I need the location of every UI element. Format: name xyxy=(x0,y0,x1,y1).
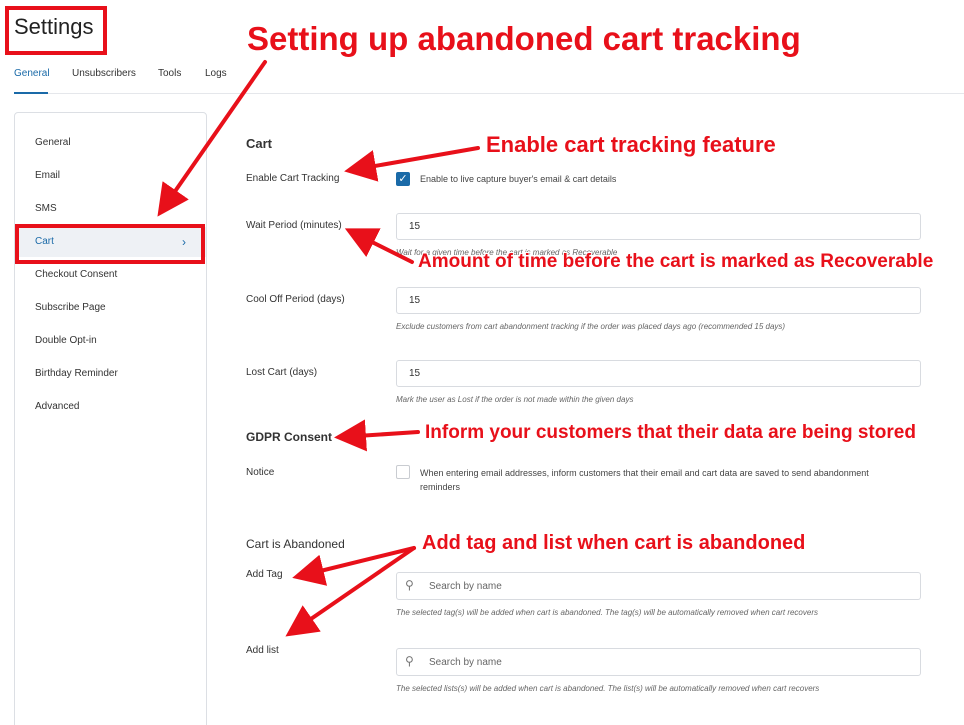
add-tag-placeholder: Search by name xyxy=(429,581,502,592)
add-tag-search-input[interactable]: ⚲ Search by name xyxy=(396,572,921,600)
sidebar-item-subscribe-page[interactable]: Subscribe Page xyxy=(15,293,206,323)
add-tag-help: The selected tag(s) will be added when c… xyxy=(396,608,818,617)
annotation-heading: Setting up abandoned cart tracking xyxy=(247,20,801,57)
search-icon: ⚲ xyxy=(405,654,414,668)
cool-off-period-input[interactable]: 15 xyxy=(396,287,921,314)
cart-highlight-box xyxy=(15,224,205,264)
cart-section-title: Cart xyxy=(246,136,273,151)
notice-label: Notice xyxy=(246,467,275,478)
notice-text-line2: reminders xyxy=(420,482,461,492)
sidebar-item-general[interactable]: General xyxy=(15,128,206,158)
top-tabs: General Unsubscribers Tools Logs xyxy=(14,68,964,94)
arrow-icon xyxy=(334,419,420,452)
gdpr-section-title: GDPR Consent xyxy=(246,430,333,444)
add-list-label: Add list xyxy=(246,645,279,656)
add-list-search-input[interactable]: ⚲ Search by name xyxy=(396,648,921,676)
enable-cart-tracking-text: Enable to live capture buyer's email & c… xyxy=(420,174,617,184)
wait-period-input[interactable]: 15 xyxy=(396,213,921,240)
enable-cart-tracking-checkbox[interactable]: ✓ xyxy=(396,172,410,186)
cart-abandoned-section-title: Cart is Abandoned xyxy=(246,537,345,551)
wait-period-label: Wait Period (minutes) xyxy=(246,220,342,231)
check-icon: ✓ xyxy=(398,173,408,185)
annotation-wait: Amount of time before the cart is marked… xyxy=(418,251,934,272)
active-tab-indicator xyxy=(14,92,48,94)
tab-unsubscribers[interactable]: Unsubscribers xyxy=(72,68,136,79)
lost-cart-input[interactable]: 15 xyxy=(396,360,921,387)
lost-cart-help: Mark the user as Lost if the order is no… xyxy=(396,395,634,404)
add-tag-label: Add Tag xyxy=(246,569,283,580)
cool-off-period-label: Cool Off Period (days) xyxy=(246,294,345,305)
sidebar-item-sms[interactable]: SMS xyxy=(15,194,206,224)
search-icon: ⚲ xyxy=(405,578,414,592)
notice-text-line1: When entering email addresses, inform cu… xyxy=(420,468,869,478)
sidebar-item-email[interactable]: Email xyxy=(15,161,206,191)
tab-tools[interactable]: Tools xyxy=(158,68,181,79)
arrow-icon xyxy=(344,146,480,182)
add-list-placeholder: Search by name xyxy=(429,657,502,668)
notice-checkbox[interactable] xyxy=(396,465,410,479)
annotation-gdpr: Inform your customers that their data ar… xyxy=(425,422,916,443)
tab-general[interactable]: General xyxy=(14,68,50,79)
cool-off-period-help: Exclude customers from cart abandonment … xyxy=(396,322,786,331)
sidebar-item-advanced[interactable]: Advanced xyxy=(15,392,206,422)
sidebar-item-checkout-consent[interactable]: Checkout Consent xyxy=(15,260,206,290)
annotation-tag-list: Add tag and list when cart is abandoned xyxy=(422,532,806,554)
lost-cart-label: Lost Cart (days) xyxy=(246,367,318,378)
title-highlight-box xyxy=(5,6,107,55)
sidebar-item-double-opt-in[interactable]: Double Opt-in xyxy=(15,326,206,356)
tab-logs[interactable]: Logs xyxy=(205,68,227,79)
annotation-enable: Enable cart tracking feature xyxy=(486,132,776,157)
add-list-help: The selected lists(s) will be added when… xyxy=(396,684,820,693)
sidebar-item-birthday-reminder[interactable]: Birthday Reminder xyxy=(15,359,206,389)
settings-sidebar: General Email SMS Cart › Checkout Consen… xyxy=(14,112,207,725)
enable-cart-tracking-label: Enable Cart Tracking xyxy=(246,173,340,184)
